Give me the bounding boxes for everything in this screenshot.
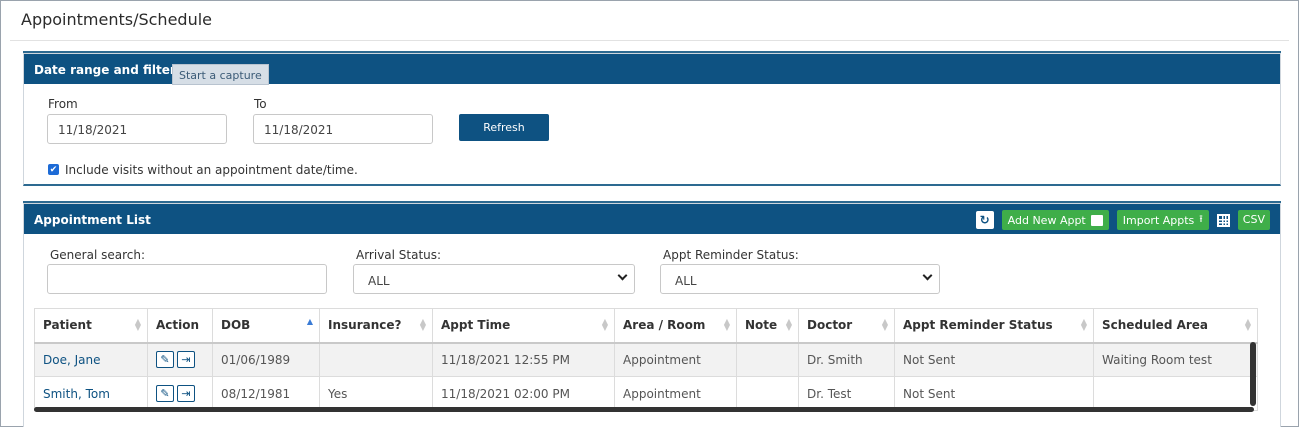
cell-scheduled-area: Waiting Room test <box>1093 342 1258 377</box>
add-new-appt-label: Add New Appt <box>1007 213 1086 227</box>
title-divider <box>10 40 1289 41</box>
refresh-icon[interactable]: ↻ <box>975 211 994 229</box>
table-row: Smith, Tom ✎ ⇥ 08/12/1981 Yes 11/18/2021 … <box>34 376 1258 411</box>
include-visits-label: Include visits without an appointment da… <box>65 163 358 177</box>
cell-patient[interactable]: Doe, Jane <box>34 342 148 377</box>
cell-appt-time: 11/18/2021 12:55 PM <box>432 342 615 377</box>
appointment-list-panel: Appointment List ↻ Add New Appt Import A… <box>23 203 1281 427</box>
start-capture-tooltip: Start a capture <box>172 64 269 85</box>
cell-reminder-status: Not Sent <box>894 376 1094 411</box>
arrival-status-label: Arrival Status: <box>356 248 442 262</box>
cell-action: ✎ ⇥ <box>147 376 213 411</box>
sort-icon: ▲ ▼ <box>785 317 792 332</box>
sort-icon: ▲ ▼ <box>881 317 888 332</box>
chevron-down-icon <box>922 270 933 281</box>
cell-note <box>736 376 799 411</box>
date-range-filter-panel: Date range and filter Start a capture Fr… <box>23 53 1281 186</box>
cell-action: ✎ ⇥ <box>147 342 213 377</box>
include-visits-checkbox[interactable]: ✔ <box>48 164 59 175</box>
cell-patient[interactable]: Smith, Tom <box>34 376 148 411</box>
horizontal-scrollbar[interactable] <box>34 407 1254 412</box>
cell-reminder-status: Not Sent <box>894 342 1094 377</box>
sort-icon: ▲ ▼ <box>601 317 608 332</box>
column-header-appt-time[interactable]: Appt Time ▲ ▼ <box>432 308 615 344</box>
column-header-scheduled-area[interactable]: Scheduled Area ▲ ▼ <box>1093 308 1258 344</box>
cell-note <box>736 342 799 377</box>
sort-icon: ▲ ▼ <box>1080 317 1087 332</box>
column-header-patient[interactable]: Patient ▲ ▼ <box>34 308 148 344</box>
sort-icon: ▲ ▼ <box>723 317 730 332</box>
edit-pencil-icon[interactable]: ✎ <box>156 385 174 402</box>
add-appt-icon <box>1090 214 1103 226</box>
column-header-dob[interactable]: DOB ▲ <box>212 308 320 344</box>
appointments-table: Patient ▲ ▼ Action DOB ▲ Insurance? ▲ ▼ Appt … <box>34 308 1258 411</box>
cell-area-room: Appointment <box>614 376 737 411</box>
cell-dob: 01/06/1989 <box>212 342 320 377</box>
general-search-input[interactable] <box>47 264 327 294</box>
arrival-status-value: ALL <box>368 274 390 288</box>
table-grid-icon[interactable] <box>1216 213 1230 227</box>
cell-dob: 08/12/1981 <box>212 376 320 411</box>
from-label: From <box>48 97 78 111</box>
check-in-icon[interactable]: ⇥ <box>177 351 195 369</box>
chevron-down-icon <box>617 270 628 281</box>
cell-doctor: Dr. Test <box>798 376 895 411</box>
sort-icon: ▲ ▼ <box>1244 317 1251 332</box>
cell-doctor: Dr. Smith <box>798 342 895 377</box>
reminder-status-label: Appt Reminder Status: <box>663 248 799 262</box>
arrival-status-select[interactable]: ALL <box>353 264 635 294</box>
cell-insurance: Yes <box>319 376 433 411</box>
to-date-input[interactable]: 11/18/2021 <box>253 114 433 144</box>
table-header-row: Patient ▲ ▼ Action DOB ▲ Insurance? ▲ ▼ Appt … <box>34 308 1258 344</box>
add-new-appt-button[interactable]: Add New Appt <box>1001 210 1109 230</box>
filter-panel-header: Date range and filter Start a capture <box>24 54 1280 85</box>
cell-appt-time: 11/18/2021 02:00 PM <box>432 376 615 411</box>
edit-pencil-icon[interactable]: ✎ <box>156 351 174 369</box>
patient-link[interactable]: Smith, Tom <box>43 387 110 401</box>
column-header-reminder-status[interactable]: Appt Reminder Status ▲ ▼ <box>894 308 1094 344</box>
sort-ascending-icon: ▲ <box>306 317 313 326</box>
patient-link[interactable]: Doe, Jane <box>43 353 100 367</box>
reminder-status-value: ALL <box>675 274 697 288</box>
page-title: Appointments/Schedule <box>21 10 212 29</box>
cell-scheduled-area <box>1093 376 1258 411</box>
from-date-input[interactable]: 11/18/2021 <box>47 114 227 144</box>
list-toolbar: ↻ Add New Appt Import Appts ⭱ CSV <box>975 210 1270 230</box>
to-label: To <box>254 97 267 111</box>
column-header-insurance[interactable]: Insurance? ▲ ▼ <box>319 308 433 344</box>
sort-icon: ▲ ▼ <box>134 317 141 332</box>
upload-icon: ⭱ <box>1199 213 1203 225</box>
check-in-icon[interactable]: ⇥ <box>177 385 195 402</box>
list-panel-header: Appointment List ↻ Add New Appt Import A… <box>24 204 1280 234</box>
column-header-note[interactable]: Note ▲ ▼ <box>736 308 799 344</box>
cell-area-room: Appointment <box>614 342 737 377</box>
import-appts-label: Import Appts <box>1122 213 1195 227</box>
sort-icon: ▲ ▼ <box>419 317 426 332</box>
filter-panel-title: Date range and filter <box>34 63 176 77</box>
import-appts-button[interactable]: Import Appts ⭱ <box>1116 210 1209 230</box>
csv-export-button[interactable]: CSV <box>1237 210 1270 230</box>
column-header-doctor[interactable]: Doctor ▲ ▼ <box>798 308 895 344</box>
vertical-scrollbar[interactable] <box>1250 342 1256 406</box>
list-panel-title: Appointment List <box>34 213 151 227</box>
cell-insurance <box>319 342 433 377</box>
general-search-label: General search: <box>50 248 146 262</box>
column-header-action: Action <box>147 308 213 344</box>
refresh-button[interactable]: Refresh <box>459 114 549 141</box>
table-row: Doe, Jane ✎ ⇥ 01/06/1989 11/18/2021 12:55… <box>34 342 1258 377</box>
reminder-status-select[interactable]: ALL <box>660 264 940 294</box>
column-header-area-room[interactable]: Area / Room ▲ ▼ <box>614 308 737 344</box>
